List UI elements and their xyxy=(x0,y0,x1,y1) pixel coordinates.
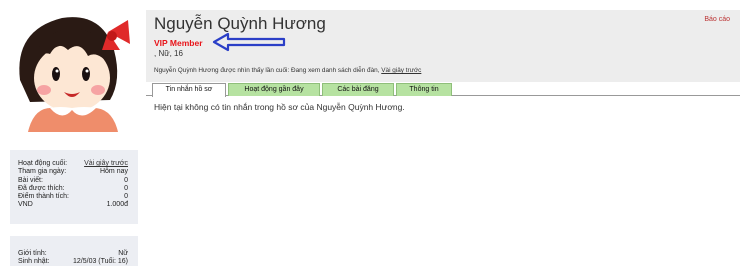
stat-value: Hôm nay xyxy=(99,168,128,176)
info-row: Sinh nhật: 12/5/03 (Tuổi: 16) xyxy=(10,258,138,266)
tab-recent-activity[interactable]: Hoạt động gần đây xyxy=(228,83,320,96)
profile-demographics: , Nữ, 16 xyxy=(154,49,183,58)
profile-name: Nguyễn Quỳnh Hương xyxy=(154,14,326,33)
info-label: Giới tính: xyxy=(18,250,47,257)
member-title: VIP Member xyxy=(154,38,203,48)
tab-postings[interactable]: Các bài đăng xyxy=(322,83,394,96)
stat-value: 0 xyxy=(124,193,128,201)
tab-profile-messages[interactable]: Tin nhắn hồ sơ xyxy=(152,83,226,97)
last-seen-link[interactable]: Vài giây trước xyxy=(381,67,421,74)
stat-row: VND 1.000đ xyxy=(10,201,138,209)
stat-row: Bài viết: 0 xyxy=(10,177,138,185)
stats-box: Hoạt động cuối: Vài giây trước Tham gia ng… xyxy=(10,150,138,224)
personal-info-box: Giới tính: Nữ Sinh nhật: 12/5/03 (Tuổi: 16) xyxy=(10,236,138,266)
stat-label: VND xyxy=(18,201,33,209)
stat-value: 0 xyxy=(124,184,128,192)
stat-label: Điểm thành tích: xyxy=(18,193,69,201)
stat-label: Hoạt động cuối: xyxy=(18,160,68,167)
cartoon-girl-avatar-icon xyxy=(19,17,130,132)
stat-label: Bài viết: xyxy=(18,176,43,184)
profile-header: Nguyễn Quỳnh Hương VIP Member , Nữ, 16 N… xyxy=(146,10,740,82)
stat-row: Hoạt động cuối: Vài giây trước xyxy=(10,160,138,168)
report-link[interactable]: Báo cáo xyxy=(704,16,730,23)
stat-row: Điểm thành tích: 0 xyxy=(10,193,138,201)
info-label: Sinh nhật: xyxy=(18,258,50,266)
empty-messages-notice: Hiện tại không có tin nhắn trong hồ sơ c… xyxy=(154,102,405,112)
stat-label: Tham gia ngày: xyxy=(18,168,67,176)
stat-label: Đã được thích: xyxy=(18,184,65,192)
avatar[interactable] xyxy=(10,10,138,132)
last-seen-text: Nguyễn Quỳnh Hương được nhìn thấy lần cu… xyxy=(154,67,380,74)
left-arrow-annotation-icon xyxy=(212,32,286,52)
stat-value-link[interactable]: Vài giây trước xyxy=(84,160,128,167)
stat-value: 0 xyxy=(124,176,128,184)
stat-row: Đã được thích: 0 xyxy=(10,185,138,193)
info-value: 12/5/03 (Tuổi: 16) xyxy=(73,258,128,266)
tab-information[interactable]: Thông tin xyxy=(396,83,452,96)
stat-value: Vài giây trước xyxy=(84,160,128,168)
profile-sidebar: Hoạt động cuối: Vài giây trước Tham gia ng… xyxy=(10,10,138,266)
stat-value: 1.000đ xyxy=(106,201,128,209)
profile-main: Nguyễn Quỳnh Hương VIP Member , Nữ, 16 N… xyxy=(146,10,740,266)
stat-row: Tham gia ngày: Hôm nay xyxy=(10,168,138,176)
last-seen-status: Nguyễn Quỳnh Hương được nhìn thấy lần cu… xyxy=(154,67,421,74)
profile-tabs: Tin nhắn hồ sơ Hoạt động gần đây Các bài… xyxy=(146,82,740,97)
